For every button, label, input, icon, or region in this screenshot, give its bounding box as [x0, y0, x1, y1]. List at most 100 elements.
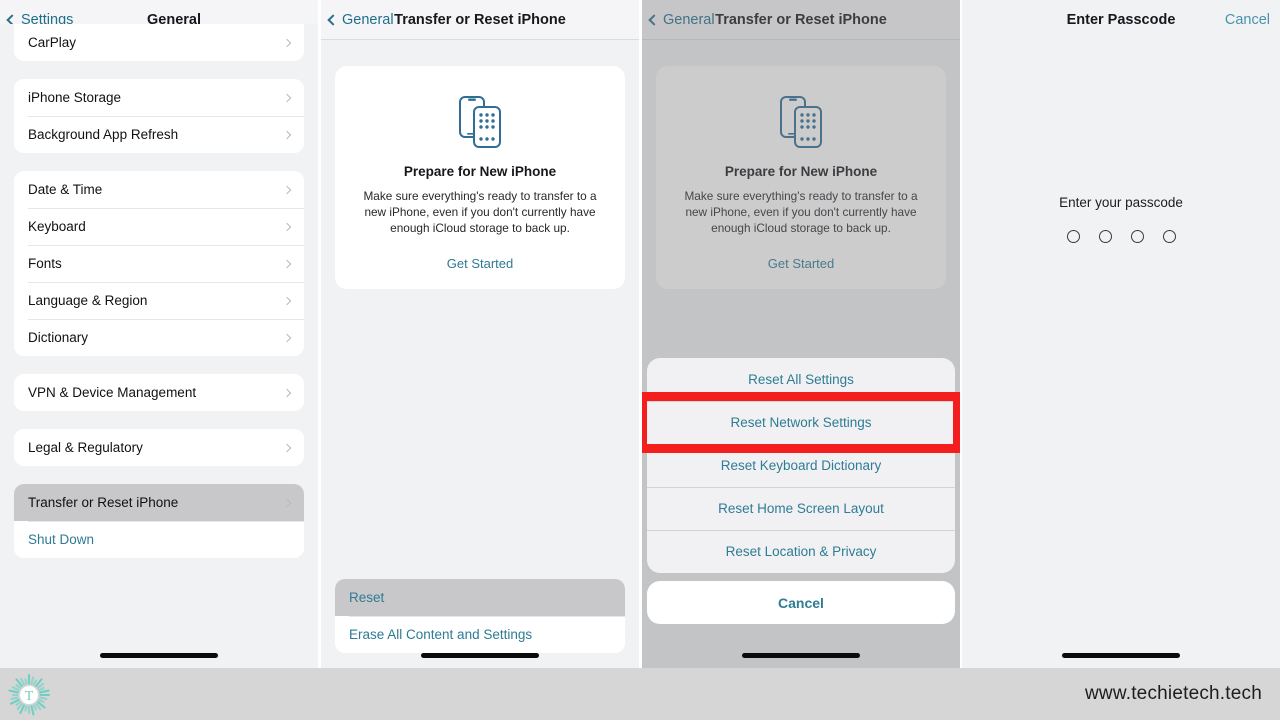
chevron-right-icon: [282, 498, 292, 507]
card-description: Make sure everything's ready to transfer…: [363, 189, 597, 235]
back-button-general[interactable]: General: [648, 11, 715, 28]
row-label: Legal & Regulatory: [28, 440, 143, 455]
home-indicator: [1062, 653, 1180, 658]
panel-general-settings: Settings General CarPlay iPhone Storage …: [0, 0, 318, 668]
reset-options-group: Reset Erase All Content and Settings: [335, 579, 625, 653]
settings-row-dictionary[interactable]: Dictionary: [14, 319, 304, 356]
chevron-right-icon: [282, 130, 292, 139]
passcode-dot: [1066, 230, 1080, 243]
settings-row-shut-down[interactable]: Shut Down: [14, 521, 304, 558]
chevron-right-icon: [282, 93, 292, 102]
settings-row-fonts[interactable]: Fonts: [14, 245, 304, 282]
transfer-reset-body: Prepare for New iPhone Make sure everyth…: [321, 66, 639, 668]
settings-row-vpn-device-management[interactable]: VPN & Device Management: [14, 374, 304, 411]
prepare-for-new-iphone-card: Prepare for New iPhone Make sure everyth…: [335, 66, 625, 289]
row-label: Fonts: [28, 256, 62, 271]
chevron-left-icon: [327, 13, 339, 26]
row-label: Shut Down: [28, 532, 95, 547]
chevron-right-icon: [282, 443, 292, 452]
chevron-right-icon: [282, 333, 292, 342]
footer-watermark-bar: T www.techietech.tech: [0, 668, 1280, 720]
passcode-dot: [1098, 230, 1112, 243]
row-label: Language & Region: [28, 293, 148, 308]
back-button-label: General: [663, 11, 715, 28]
settings-row-date-time[interactable]: Date & Time: [14, 171, 304, 208]
row-label: Keyboard: [28, 219, 86, 234]
prepare-for-new-iphone-card: Prepare for New iPhone Make sure everyth…: [656, 66, 946, 289]
action-reset-location-privacy[interactable]: Reset Location & Privacy: [647, 530, 955, 573]
reset-action-sheet: Reset All Settings Reset Network Setting…: [647, 358, 955, 624]
settings-group-localization: Date & Time Keyboard Fonts Language & Re…: [14, 171, 304, 356]
back-button-label: General: [342, 11, 394, 28]
settings-row-transfer-or-reset-iphone[interactable]: Transfer or Reset iPhone: [14, 484, 304, 521]
cancel-button[interactable]: Cancel: [1225, 12, 1270, 28]
settings-scroll-area[interactable]: CarPlay iPhone Storage Background App Re…: [0, 24, 318, 652]
action-sheet-cancel-button[interactable]: Cancel: [647, 581, 955, 624]
home-indicator: [421, 653, 539, 658]
passcode-prompt: Enter your passcode: [1059, 195, 1183, 210]
chevron-right-icon: [282, 388, 292, 397]
chevron-right-icon: [282, 185, 292, 194]
navbar-transfer-reset-dimmed: General Transfer or Reset iPhone: [642, 0, 960, 40]
action-sheet-options: Reset All Settings Reset Network Setting…: [647, 358, 955, 573]
settings-group-legal: Legal & Regulatory: [14, 429, 304, 466]
passcode-body: Enter your passcode: [962, 40, 1280, 668]
panel-reset-action-sheet: General Transfer or Reset iPhone Prepare…: [642, 0, 960, 668]
row-label: CarPlay: [28, 35, 77, 50]
row-label: VPN & Device Management: [28, 385, 197, 400]
reset-row[interactable]: Reset: [335, 579, 625, 616]
row-label: Background App Refresh: [28, 127, 179, 142]
card-title: Prepare for New iPhone: [724, 164, 878, 179]
screenshot-root: Settings General CarPlay iPhone Storage …: [0, 0, 1280, 720]
passcode-dots[interactable]: [962, 230, 1280, 243]
action-label: Reset Location & Privacy: [725, 544, 877, 559]
get-started-button[interactable]: Get Started: [353, 256, 607, 271]
action-reset-home-screen-layout[interactable]: Reset Home Screen Layout: [647, 487, 955, 530]
erase-all-content-row[interactable]: Erase All Content and Settings: [335, 616, 625, 653]
chevron-right-icon: [282, 296, 292, 305]
settings-row-keyboard[interactable]: Keyboard: [14, 208, 304, 245]
back-button-general[interactable]: General: [327, 11, 394, 28]
card-title: Prepare for New iPhone: [403, 164, 557, 179]
action-reset-all-settings[interactable]: Reset All Settings: [647, 358, 955, 401]
action-reset-keyboard-dictionary[interactable]: Reset Keyboard Dictionary: [647, 444, 955, 487]
settings-row-background-app-refresh[interactable]: Background App Refresh: [14, 116, 304, 153]
navbar-transfer-reset: General Transfer or Reset iPhone: [321, 0, 639, 40]
home-indicator: [100, 653, 218, 658]
two-phones-icon: [674, 88, 928, 154]
passcode-dot: [1130, 230, 1144, 243]
home-indicator: [742, 653, 860, 658]
action-label: Reset Home Screen Layout: [718, 501, 884, 516]
card-description: Make sure everything's ready to transfer…: [684, 189, 918, 235]
passcode-dot: [1162, 230, 1176, 243]
settings-group-reset: Transfer or Reset iPhone Shut Down: [14, 484, 304, 558]
chevron-right-icon: [282, 222, 292, 231]
settings-group-vpn: VPN & Device Management: [14, 374, 304, 411]
settings-row-iphone-storage[interactable]: iPhone Storage: [14, 79, 304, 116]
row-label: Reset: [349, 590, 385, 605]
site-url-text: www.techietech.tech: [1085, 683, 1262, 704]
settings-group-storage: iPhone Storage Background App Refresh: [14, 79, 304, 153]
panel-transfer-or-reset: General Transfer or Reset iPhone Prepare…: [321, 0, 639, 668]
settings-row-legal-regulatory[interactable]: Legal & Regulatory: [14, 429, 304, 466]
row-label: iPhone Storage: [28, 90, 122, 105]
row-label: Transfer or Reset iPhone: [28, 495, 179, 510]
two-phones-icon: [353, 88, 607, 154]
action-reset-network-settings[interactable]: Reset Network Settings: [647, 401, 955, 444]
action-label: Reset All Settings: [748, 372, 854, 387]
panel-enter-passcode: Enter Passcode Cancel Enter your passcod…: [962, 0, 1280, 668]
settings-row-language-region[interactable]: Language & Region: [14, 282, 304, 319]
row-label: Date & Time: [28, 182, 103, 197]
chevron-right-icon: [282, 259, 292, 268]
chevron-left-icon: [648, 13, 660, 26]
settings-group-carplay: CarPlay: [14, 24, 304, 61]
navbar-passcode: Enter Passcode Cancel: [962, 0, 1280, 40]
row-label: Dictionary: [28, 330, 89, 345]
get-started-button[interactable]: Get Started: [674, 256, 928, 271]
settings-row-carplay[interactable]: CarPlay: [14, 24, 304, 61]
logo-letter: T: [25, 689, 34, 704]
techietech-burst-logo: T: [8, 673, 51, 716]
action-label: Reset Network Settings: [730, 415, 872, 430]
chevron-right-icon: [282, 38, 292, 47]
row-label: Erase All Content and Settings: [349, 627, 533, 642]
